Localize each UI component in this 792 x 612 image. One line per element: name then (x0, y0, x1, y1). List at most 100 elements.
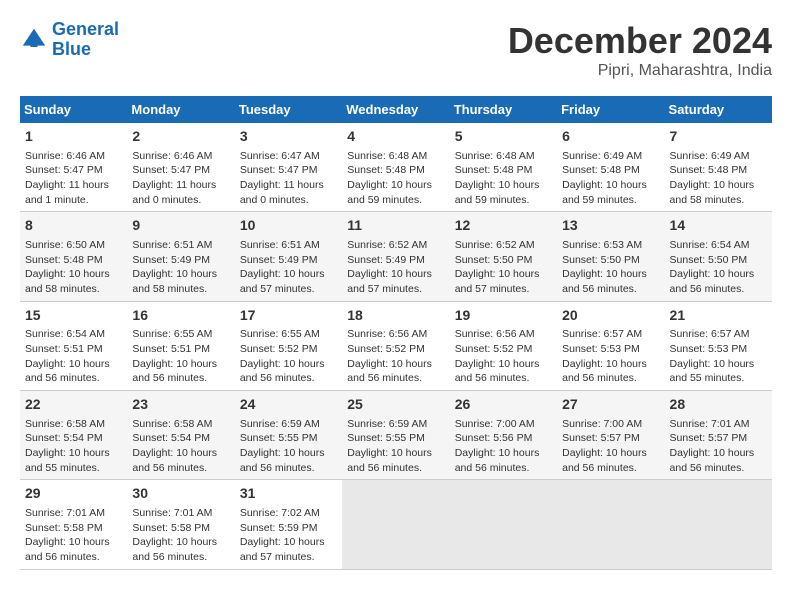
day-info: Sunrise: 6:51 AM Sunset: 5:49 PM Dayligh… (240, 238, 337, 297)
day-number: 5 (455, 127, 552, 147)
calendar-day: 6Sunrise: 6:49 AM Sunset: 5:48 PM Daylig… (557, 123, 664, 212)
calendar-day: 28Sunrise: 7:01 AM Sunset: 5:57 PM Dayli… (665, 391, 772, 480)
day-info: Sunrise: 6:48 AM Sunset: 5:48 PM Dayligh… (347, 149, 444, 208)
calendar-day: 4Sunrise: 6:48 AM Sunset: 5:48 PM Daylig… (342, 123, 449, 212)
day-number: 25 (347, 395, 444, 415)
day-number: 10 (240, 216, 337, 236)
weekday-header: Friday (557, 96, 664, 123)
calendar-day: 23Sunrise: 6:58 AM Sunset: 5:54 PM Dayli… (127, 391, 234, 480)
calendar-day (450, 480, 557, 569)
calendar-day: 19Sunrise: 6:56 AM Sunset: 5:52 PM Dayli… (450, 301, 557, 390)
day-info: Sunrise: 6:55 AM Sunset: 5:51 PM Dayligh… (132, 327, 229, 386)
calendar-day: 30Sunrise: 7:01 AM Sunset: 5:58 PM Dayli… (127, 480, 234, 569)
day-number: 7 (670, 127, 767, 147)
calendar-day: 14Sunrise: 6:54 AM Sunset: 5:50 PM Dayli… (665, 212, 772, 301)
calendar-day (557, 480, 664, 569)
calendar-day: 9Sunrise: 6:51 AM Sunset: 5:49 PM Daylig… (127, 212, 234, 301)
day-number: 14 (670, 216, 767, 236)
day-number: 6 (562, 127, 659, 147)
calendar-day: 26Sunrise: 7:00 AM Sunset: 5:56 PM Dayli… (450, 391, 557, 480)
page-header: General Blue December 2024 Pipri, Mahara… (20, 20, 772, 80)
day-info: Sunrise: 7:01 AM Sunset: 5:58 PM Dayligh… (132, 506, 229, 565)
day-info: Sunrise: 6:59 AM Sunset: 5:55 PM Dayligh… (240, 417, 337, 476)
calendar-day: 3Sunrise: 6:47 AM Sunset: 5:47 PM Daylig… (235, 123, 342, 212)
day-info: Sunrise: 6:57 AM Sunset: 5:53 PM Dayligh… (670, 327, 767, 386)
calendar-day: 17Sunrise: 6:55 AM Sunset: 5:52 PM Dayli… (235, 301, 342, 390)
calendar-day: 1Sunrise: 6:46 AM Sunset: 5:47 PM Daylig… (20, 123, 127, 212)
day-number: 19 (455, 306, 552, 326)
day-number: 2 (132, 127, 229, 147)
weekday-header: Saturday (665, 96, 772, 123)
calendar-day: 27Sunrise: 7:00 AM Sunset: 5:57 PM Dayli… (557, 391, 664, 480)
calendar-day (342, 480, 449, 569)
day-number: 28 (670, 395, 767, 415)
day-info: Sunrise: 6:46 AM Sunset: 5:47 PM Dayligh… (25, 149, 122, 208)
day-info: Sunrise: 7:00 AM Sunset: 5:56 PM Dayligh… (455, 417, 552, 476)
calendar-day: 21Sunrise: 6:57 AM Sunset: 5:53 PM Dayli… (665, 301, 772, 390)
day-number: 23 (132, 395, 229, 415)
title-block: December 2024 Pipri, Maharashtra, India (508, 20, 772, 80)
calendar-day: 13Sunrise: 6:53 AM Sunset: 5:50 PM Dayli… (557, 212, 664, 301)
day-info: Sunrise: 6:58 AM Sunset: 5:54 PM Dayligh… (132, 417, 229, 476)
day-info: Sunrise: 6:50 AM Sunset: 5:48 PM Dayligh… (25, 238, 122, 297)
logo-general: General (52, 19, 119, 39)
calendar-week: 1Sunrise: 6:46 AM Sunset: 5:47 PM Daylig… (20, 123, 772, 212)
day-info: Sunrise: 6:59 AM Sunset: 5:55 PM Dayligh… (347, 417, 444, 476)
calendar-day: 25Sunrise: 6:59 AM Sunset: 5:55 PM Dayli… (342, 391, 449, 480)
day-number: 17 (240, 306, 337, 326)
day-number: 11 (347, 216, 444, 236)
day-info: Sunrise: 6:53 AM Sunset: 5:50 PM Dayligh… (562, 238, 659, 297)
calendar-week: 22 Sunrise: 6:58 AM Sunset: 5:54 PM Dayli… (20, 391, 772, 480)
calendar-week: 15Sunrise: 6:54 AM Sunset: 5:51 PM Dayli… (20, 301, 772, 390)
day-number: 8 (25, 216, 122, 236)
weekday-header: Monday (127, 96, 234, 123)
day-number: 26 (455, 395, 552, 415)
day-info: Sunrise: 6:52 AM Sunset: 5:50 PM Dayligh… (455, 238, 552, 297)
calendar-day: 24Sunrise: 6:59 AM Sunset: 5:55 PM Dayli… (235, 391, 342, 480)
day-info: Sunrise: 6:56 AM Sunset: 5:52 PM Dayligh… (455, 327, 552, 386)
weekday-header: Thursday (450, 96, 557, 123)
weekday-header: Wednesday (342, 96, 449, 123)
calendar-day: 31Sunrise: 7:02 AM Sunset: 5:59 PM Dayli… (235, 480, 342, 569)
calendar-day: 15Sunrise: 6:54 AM Sunset: 5:51 PM Dayli… (20, 301, 127, 390)
day-number: 24 (240, 395, 337, 415)
calendar-header: SundayMondayTuesdayWednesdayThursdayFrid… (20, 96, 772, 123)
day-number: 22 (25, 395, 122, 415)
day-number: 3 (240, 127, 337, 147)
day-number: 29 (25, 484, 122, 504)
calendar-table: SundayMondayTuesdayWednesdayThursdayFrid… (20, 96, 772, 570)
day-info: Sunrise: 6:46 AM Sunset: 5:47 PM Dayligh… (132, 149, 229, 208)
day-info: Sunrise: 6:48 AM Sunset: 5:48 PM Dayligh… (455, 149, 552, 208)
calendar-day: 10Sunrise: 6:51 AM Sunset: 5:49 PM Dayli… (235, 212, 342, 301)
calendar-week: 29 Sunrise: 7:01 AM Sunset: 5:58 PM Dayli… (20, 480, 772, 569)
calendar-day: 22Sunrise: 6:58 AM Sunset: 5:54 PM Dayli… (20, 391, 127, 480)
calendar-week: 8Sunrise: 6:50 AM Sunset: 5:48 PM Daylig… (20, 212, 772, 301)
day-number: 9 (132, 216, 229, 236)
logo-blue: Blue (52, 39, 91, 59)
day-number: 21 (670, 306, 767, 326)
day-number: 16 (132, 306, 229, 326)
calendar-day (665, 480, 772, 569)
day-info: Sunrise: 6:54 AM Sunset: 5:51 PM Dayligh… (25, 327, 122, 386)
day-info: Sunrise: 6:51 AM Sunset: 5:49 PM Dayligh… (132, 238, 229, 297)
day-info: Sunrise: 7:01 AM Sunset: 5:57 PM Dayligh… (670, 417, 767, 476)
calendar-day: 11Sunrise: 6:52 AM Sunset: 5:49 PM Dayli… (342, 212, 449, 301)
calendar-day: 29Sunrise: 7:01 AM Sunset: 5:58 PM Dayli… (20, 480, 127, 569)
logo-icon (20, 26, 48, 54)
day-number: 18 (347, 306, 444, 326)
calendar-day: 20Sunrise: 6:57 AM Sunset: 5:53 PM Dayli… (557, 301, 664, 390)
day-number: 15 (25, 306, 122, 326)
day-info: Sunrise: 6:54 AM Sunset: 5:50 PM Dayligh… (670, 238, 767, 297)
calendar-day: 5Sunrise: 6:48 AM Sunset: 5:48 PM Daylig… (450, 123, 557, 212)
day-number: 20 (562, 306, 659, 326)
calendar-day: 18Sunrise: 6:56 AM Sunset: 5:52 PM Dayli… (342, 301, 449, 390)
day-info: Sunrise: 6:55 AM Sunset: 5:52 PM Dayligh… (240, 327, 337, 386)
day-number: 4 (347, 127, 444, 147)
calendar-day: 2Sunrise: 6:46 AM Sunset: 5:47 PM Daylig… (127, 123, 234, 212)
day-info: Sunrise: 7:02 AM Sunset: 5:59 PM Dayligh… (240, 506, 337, 565)
day-info: Sunrise: 6:49 AM Sunset: 5:48 PM Dayligh… (670, 149, 767, 208)
day-number: 1 (25, 127, 122, 147)
weekday-header: Sunday (20, 96, 127, 123)
day-info: Sunrise: 6:47 AM Sunset: 5:47 PM Dayligh… (240, 149, 337, 208)
day-info: Sunrise: 6:57 AM Sunset: 5:53 PM Dayligh… (562, 327, 659, 386)
